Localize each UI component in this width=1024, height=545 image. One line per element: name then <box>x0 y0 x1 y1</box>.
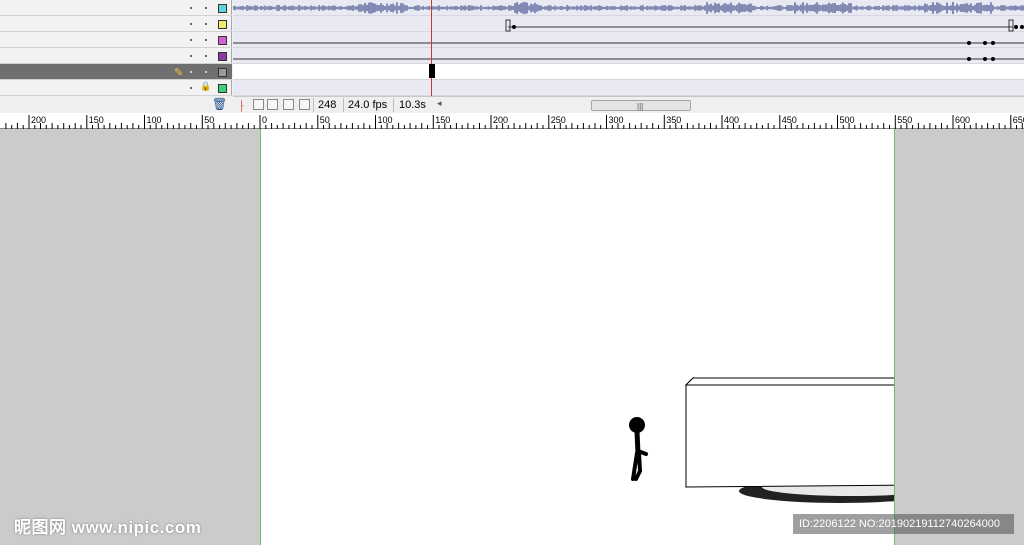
lock-toggle[interactable] <box>205 71 207 73</box>
stage-right-guide <box>894 129 895 545</box>
stage-canvas[interactable] <box>260 129 895 545</box>
watermark-id: ID:2206122 NO:20190219112740264000 <box>793 514 1014 534</box>
ruler-label: 400 <box>724 115 739 125</box>
layer-tools-bar: 🗑 <box>0 96 232 113</box>
outline-color-swatch[interactable] <box>218 36 227 45</box>
scroll-left-arrow-icon[interactable]: ◂ <box>437 98 442 109</box>
layer-row[interactable]: 🔒 <box>0 80 232 96</box>
stage-left-guide <box>260 129 261 545</box>
outline-color-swatch[interactable] <box>218 68 227 77</box>
layer-row[interactable] <box>0 16 232 32</box>
outline-color-swatch[interactable] <box>218 4 227 13</box>
flash-editor-window: ✎ 🔒 🗑 ⸠ 248 24.0 fps 10.3s ◂ ||| 200 150… <box>0 0 1024 545</box>
ruler-label: 300 <box>609 115 624 125</box>
layer-row[interactable] <box>0 48 232 64</box>
ruler-label: 200 <box>31 115 46 125</box>
stick-figure-character[interactable] <box>629 417 648 481</box>
ruler-ticks: 200 150 100 50 0 50 100 150 200 250 300 350 400 450 50… <box>5 115 1024 129</box>
separator <box>313 98 314 112</box>
scrollbar-grip-icon: ||| <box>637 102 644 111</box>
lock-toggle[interactable] <box>205 39 207 41</box>
layer-row[interactable] <box>0 0 232 16</box>
ruler-label: 150 <box>435 115 450 125</box>
ruler-label: 600 <box>955 115 970 125</box>
timeline-status-bar: ⸠ 248 24.0 fps 10.3s ◂ ||| <box>233 96 1024 113</box>
separator <box>343 98 344 112</box>
current-keyframe[interactable] <box>429 64 435 78</box>
timeline-horizontal-scrollbar[interactable]: ||| <box>591 100 691 111</box>
outline-color-swatch[interactable] <box>218 84 227 93</box>
ruler-label: 100 <box>147 115 162 125</box>
ruler-label: 250 <box>551 115 566 125</box>
pencil-icon: ✎ <box>174 67 184 79</box>
current-frame-readout[interactable]: 248 <box>315 99 339 112</box>
outline-color-swatch[interactable] <box>218 52 227 61</box>
layer-row[interactable] <box>0 32 232 48</box>
visibility-toggle[interactable] <box>190 87 192 89</box>
visibility-toggle[interactable] <box>190 55 192 57</box>
ruler-label: 50 <box>204 115 214 125</box>
layer-row[interactable]: ✎ <box>0 64 232 80</box>
lock-icon[interactable]: 🔒 <box>200 81 211 93</box>
visibility-toggle[interactable] <box>190 39 192 41</box>
playhead[interactable] <box>431 0 432 96</box>
frame-rate-readout[interactable]: 24.0 fps <box>345 99 390 112</box>
lock-toggle[interactable] <box>205 55 207 57</box>
visibility-toggle[interactable] <box>190 7 192 9</box>
ruler-label: 150 <box>89 115 104 125</box>
outline-color-swatch[interactable] <box>218 20 227 29</box>
separator <box>393 98 394 112</box>
elapsed-time-readout: 10.3s <box>399 99 426 111</box>
ruler-label: 550 <box>897 115 912 125</box>
onion-skin-icon[interactable] <box>253 99 264 110</box>
box-object[interactable] <box>684 376 895 488</box>
ruler-label: 450 <box>782 115 797 125</box>
ruler-label: 500 <box>840 115 855 125</box>
watermark-logo: 昵图网 www.nipic.com <box>14 518 202 537</box>
horizontal-ruler: 200 150 100 50 0 50 100 150 200 250 300 350 400 450 50… <box>0 113 1024 129</box>
trash-icon[interactable]: 🗑 <box>212 97 227 111</box>
modify-onion-markers-icon[interactable] <box>299 99 310 110</box>
ruler-label: 100 <box>378 115 393 125</box>
lock-toggle[interactable] <box>205 7 207 9</box>
ruler-label: 350 <box>666 115 681 125</box>
ruler-label: 650 <box>1013 115 1024 125</box>
edit-multiple-frames-icon[interactable] <box>283 99 294 110</box>
lock-toggle[interactable] <box>205 23 207 25</box>
onion-skin-outline-icon[interactable] <box>267 99 278 110</box>
ruler-label: 0 <box>262 115 267 125</box>
ruler-label: 50 <box>320 115 330 125</box>
frame-row-guide[interactable] <box>233 80 1024 96</box>
timeline-panel: ✎ 🔒 🗑 ⸠ 248 24.0 fps 10.3s ◂ ||| <box>0 0 1024 113</box>
stage-artwork <box>629 376 895 503</box>
visibility-toggle[interactable] <box>190 71 192 73</box>
center-frame-icon[interactable]: ⸠ <box>236 99 249 112</box>
ruler-label: 200 <box>493 115 508 125</box>
frame-grid[interactable] <box>233 0 1024 96</box>
visibility-toggle[interactable] <box>190 23 192 25</box>
